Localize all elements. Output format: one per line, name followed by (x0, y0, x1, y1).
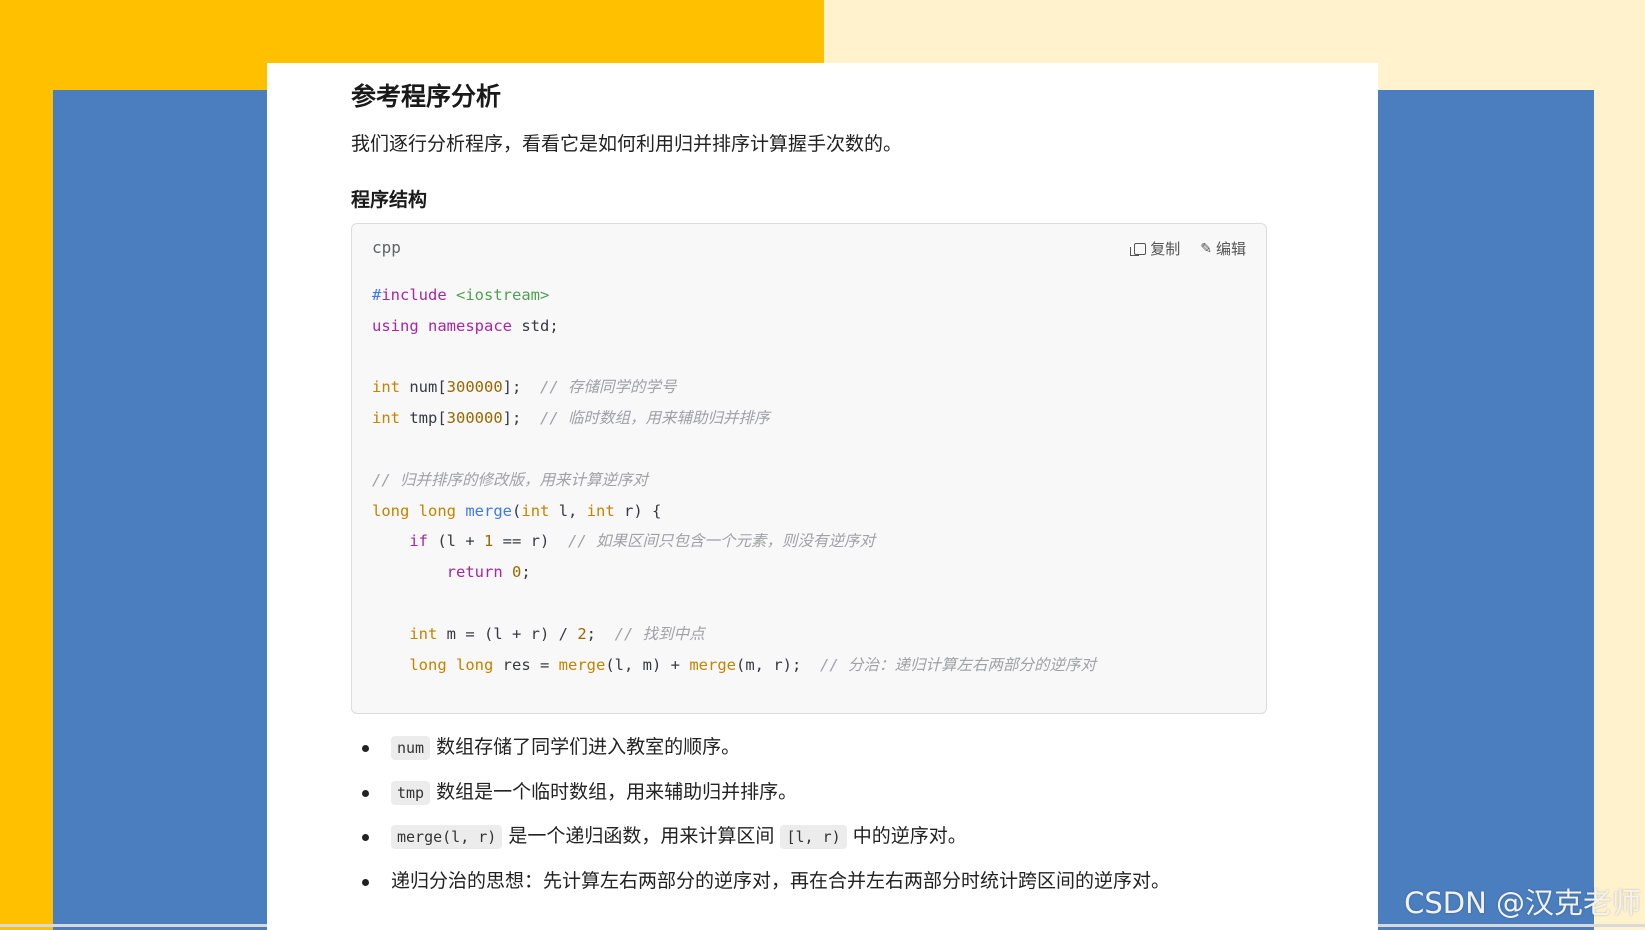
code-actions: 复制 ✎ 编辑 (1130, 238, 1246, 259)
inline-code: merge(l, r) (391, 825, 503, 850)
code-language-label: cpp (372, 238, 401, 257)
list-item: tmp 数组是一个临时数组，用来辅助归并排序。 (351, 773, 1271, 818)
intro-paragraph: 我们逐行分析程序，看看它是如何利用归并排序计算握手次数的。 (351, 133, 903, 155)
background-blue-left (53, 90, 268, 930)
page-title: 参考程序分析 (351, 82, 502, 111)
list-item: merge(l, r) 是一个递归函数，用来计算区间 [l, r) 中的逆序对。 (351, 817, 1271, 862)
bullet-list: num 数组存储了同学们进入教室的顺序。 tmp 数组是一个临时数组，用来辅助归… (351, 728, 1271, 907)
background-blue-right (1377, 90, 1594, 930)
inline-code: num (391, 736, 431, 760)
list-item: 递归分治的思想：先计算左右两部分的逆序对，再在合并左右两部分时统计跨区间的逆序对… (351, 862, 1271, 907)
copy-label: 复制 (1150, 240, 1181, 258)
list-item-text: 递归分治的思想：先计算左右两部分的逆序对，再在合并左右两部分时统计跨区间的逆序对… (391, 870, 1171, 893)
list-item-text: 是一个递归函数，用来计算区间 (508, 825, 775, 848)
copy-button[interactable]: 复制 (1130, 238, 1181, 259)
list-item: num 数组存储了同学们进入教室的顺序。 (351, 728, 1271, 773)
article-panel: 参考程序分析 我们逐行分析程序，看看它是如何利用归并排序计算握手次数的。 程序结… (267, 63, 1378, 930)
list-item-text: 中的逆序对。 (852, 825, 967, 848)
inline-code: tmp (391, 780, 431, 805)
list-item-text: 数组是一个临时数组，用来辅助归并排序。 (436, 780, 798, 803)
code-block: cpp 复制 ✎ 编辑 #include <iostream> using na… (351, 223, 1267, 714)
edit-button[interactable]: ✎ 编辑 (1200, 238, 1246, 259)
copy-icon (1130, 242, 1147, 256)
list-item-text: 数组存储了同学们进入教室的顺序。 (436, 736, 741, 758)
section-heading: 程序结构 (351, 189, 428, 211)
inline-code: [l, r) (780, 825, 847, 850)
watermark: CSDN @汉克老师 (1404, 886, 1641, 920)
code-content: #include <iostream> using namespace std;… (372, 286, 1096, 674)
edit-label: 编辑 (1215, 240, 1246, 258)
pencil-icon: ✎ (1200, 240, 1212, 257)
